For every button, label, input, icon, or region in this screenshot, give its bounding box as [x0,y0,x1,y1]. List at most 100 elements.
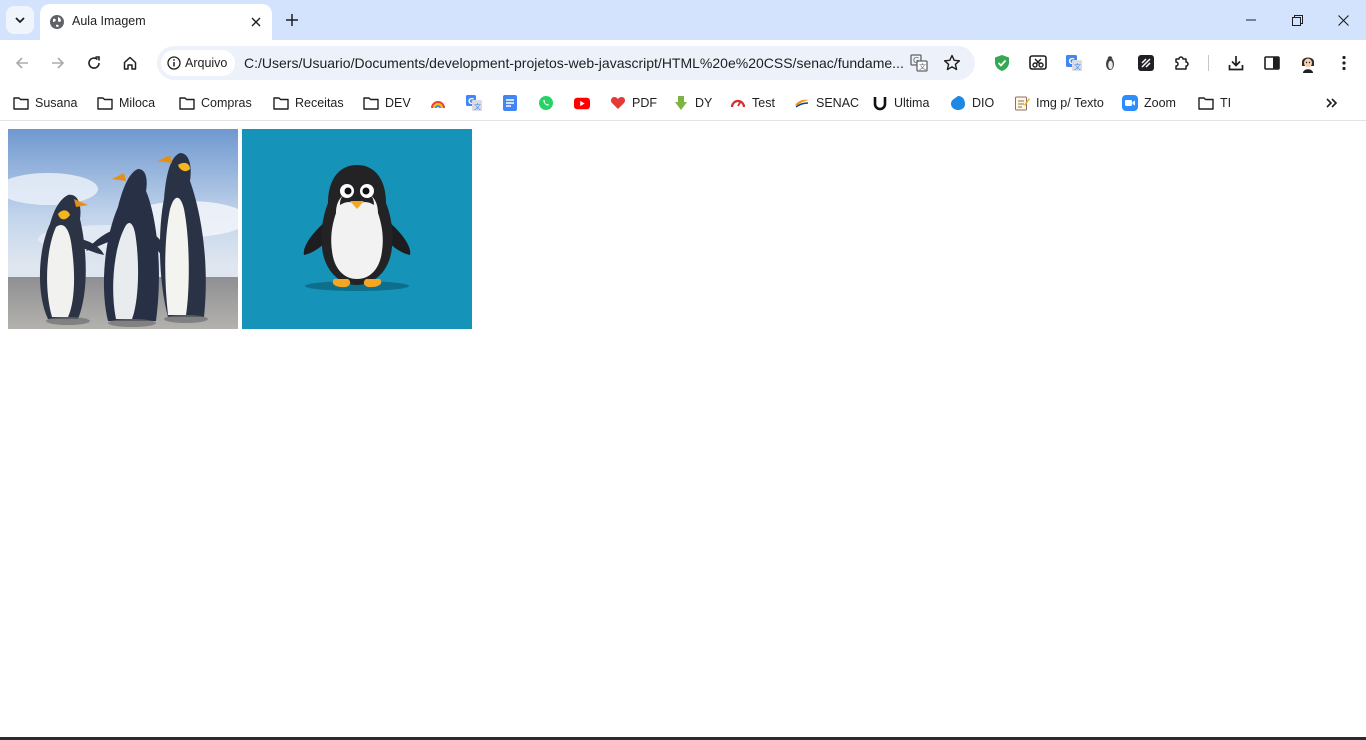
double-chevron-right-icon [1324,95,1340,111]
downloads-button[interactable] [1224,51,1248,75]
bookmark-pdf[interactable]: PDF [610,90,657,116]
bookmark-folder-miloca[interactable]: Miloca [97,90,155,116]
bookmark-folder-compras[interactable]: Compras [179,90,252,116]
bookmark-test[interactable]: Test [730,90,775,116]
tab-strip: Aula Imagem [0,0,1366,40]
folder-icon [13,95,29,111]
bookmark-zoom[interactable]: Zoom [1122,90,1176,116]
youtube-icon [574,95,590,111]
dio-icon [950,95,966,111]
bookmark-folder-receitas[interactable]: Receitas [273,90,344,116]
site-chip-label: Arquivo [185,56,228,70]
download-icon [1228,56,1244,71]
side-panel-button[interactable] [1260,51,1284,75]
star-icon [943,54,961,71]
close-window-button[interactable] [1320,0,1366,40]
penguin-cartoon [242,129,472,329]
scissors-screen-icon [1029,55,1047,70]
bookmark-whatsapp[interactable] [538,90,554,116]
ultima-icon [872,95,888,111]
tab-close-button[interactable] [246,12,266,32]
folder-icon [97,95,113,111]
back-arrow-icon [15,57,28,69]
bookmark-ultima[interactable]: Ultima [872,90,929,116]
profile-button[interactable] [1296,51,1320,75]
whatsapp-icon [538,95,554,111]
download-arrow-icon [673,95,689,111]
penguin-extension-icon [1106,56,1114,70]
penguins-photo [8,129,238,329]
toolbar: Arquivo C:/Users/Usuario/Documents/devel… [0,40,1366,86]
chevron-down-icon [15,17,25,24]
home-button[interactable] [116,49,144,77]
bookmark-google-translate[interactable]: G文 [466,90,482,116]
bookmark-folder-susana[interactable]: Susana [13,90,77,116]
bookmark-star-button[interactable] [941,52,963,74]
bookmark-label: DIO [972,96,995,110]
translate-page-button[interactable]: G文 [908,52,930,74]
site-info-chip[interactable]: Arquivo [161,50,236,76]
bookmark-label: DY [695,96,713,110]
notepad-icon [1014,95,1030,111]
bookmark-label: SENAC [816,96,860,110]
svg-text:文: 文 [474,102,481,111]
bookmark-label: Zoom [1144,96,1176,110]
svg-text:文: 文 [1074,62,1081,71]
extension-penguin-button[interactable] [1098,51,1122,75]
rainbow-icon [430,95,446,111]
extension-shield-button[interactable] [990,51,1014,75]
close-icon [1337,14,1349,26]
zoom-icon [1122,95,1138,111]
bookmark-senac[interactable]: SENAC [794,90,859,116]
tab-aula-imagem[interactable]: Aula Imagem [40,4,272,40]
bookmark-label: Img p/ Texto [1036,96,1104,110]
bookmark-label: Compras [201,96,252,110]
bookmark-folder-dev[interactable]: DEV [363,90,411,116]
bookmark-label: Susana [35,96,78,110]
svg-text:文: 文 [919,62,926,71]
tab-search-button[interactable] [6,6,34,34]
google-translate-icon: G文 [466,95,482,111]
reload-button[interactable] [80,49,108,77]
info-icon [167,56,181,70]
bookmark-label: Miloca [119,96,156,110]
bookmark-google-docs[interactable] [502,90,518,116]
pdf-heart-icon [610,95,626,111]
bookmark-dy[interactable]: DY [673,90,712,116]
bookmarks-overflow-button[interactable] [1324,90,1340,116]
reload-icon [88,56,100,69]
google-docs-icon [502,95,518,111]
google-translate-icon: G文 [1066,55,1082,71]
puzzle-icon [1175,56,1189,70]
extension-tool-button[interactable] [1134,51,1158,75]
address-bar[interactable]: Arquivo C:/Users/Usuario/Documents/devel… [157,46,975,80]
minimize-button[interactable] [1228,0,1274,40]
home-icon [123,56,137,70]
folder-icon [273,95,289,111]
bookmark-label: PDF [632,96,657,110]
url-text[interactable]: C:/Users/Usuario/Documents/development-p… [244,55,904,71]
back-button[interactable] [8,49,36,77]
extensions-button[interactable] [1170,51,1194,75]
menu-button[interactable] [1332,51,1356,75]
bookmark-youtube[interactable] [574,90,590,116]
bookmark-label: Test [752,96,775,110]
bookmark-rainbow[interactable] [430,90,446,116]
bookmarks-bar: Susana Miloca Compras Receitas DEV G文 PD… [0,86,1366,121]
extension-translate-button[interactable]: G文 [1062,51,1086,75]
new-tab-button[interactable] [280,8,304,32]
bookmark-dio[interactable]: DIO [950,90,994,116]
minimize-icon [1246,19,1256,21]
plus-icon [286,14,298,26]
shield-check-icon [995,55,1009,71]
bookmark-label: DEV [385,96,411,110]
tool-extension-icon [1138,55,1154,71]
bookmark-img-p-texto[interactable]: Img p/ Texto [1014,90,1104,116]
folder-icon [1198,95,1214,111]
toolbar-separator [1208,55,1209,71]
forward-button[interactable] [44,49,72,77]
restore-button[interactable] [1274,0,1320,40]
extension-snip-button[interactable] [1026,51,1050,75]
bookmark-folder-ti[interactable]: TI [1198,90,1231,116]
tab-title: Aula Imagem [72,14,146,28]
